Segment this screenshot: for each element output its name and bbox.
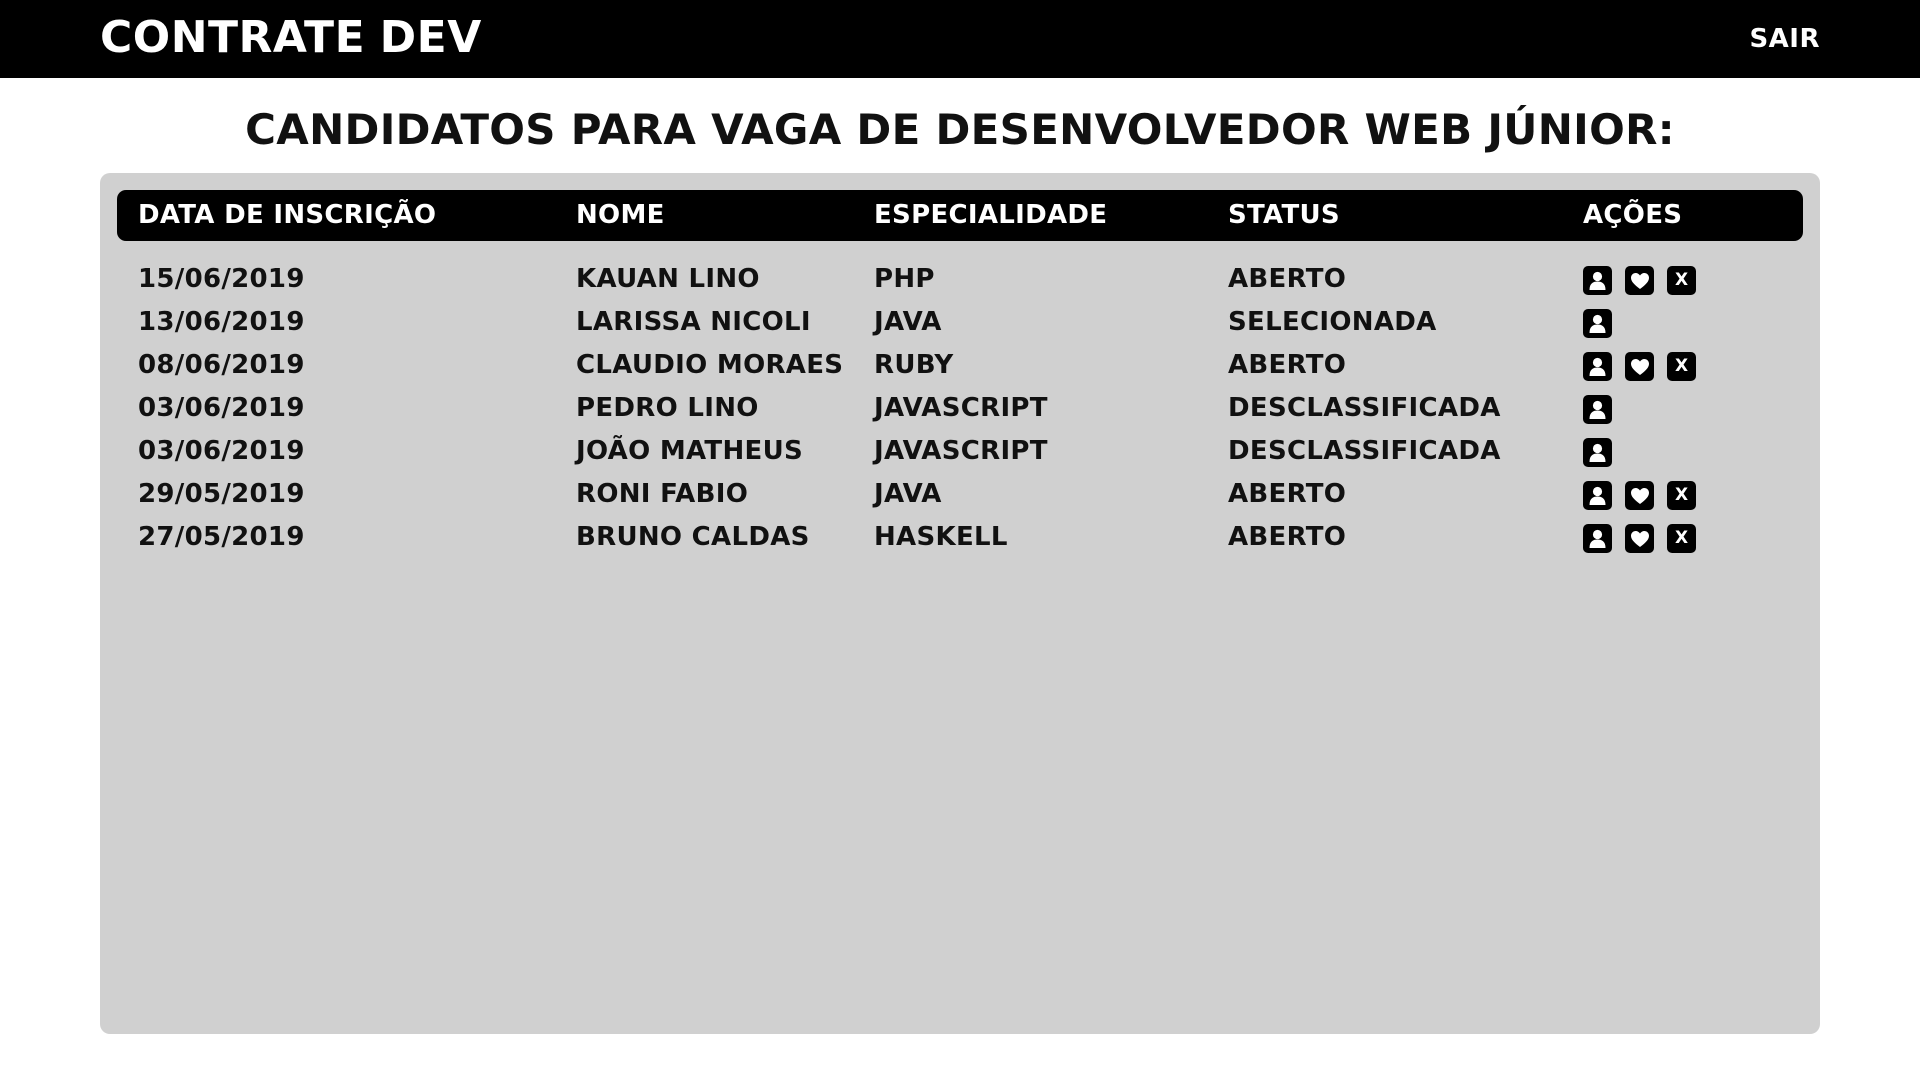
cell-status: ABERTO xyxy=(1228,350,1347,380)
cell-name: LARISSA NICOLI xyxy=(576,307,811,337)
cell-actions xyxy=(1583,438,1612,467)
candidates-panel: DATA DE INSCRIÇÃO NOME ESPECIALIDADE STA… xyxy=(100,173,1820,1034)
cell-specialty: RUBY xyxy=(874,350,954,380)
view-profile-button[interactable] xyxy=(1583,352,1612,381)
table-body: 15/06/2019 KAUAN LINO PHP ABERTO X 13/06/2019… xyxy=(100,258,1820,559)
table-header-row: DATA DE INSCRIÇÃO NOME ESPECIALIDADE STA… xyxy=(117,190,1803,241)
view-profile-button[interactable] xyxy=(1583,395,1612,424)
favorite-button[interactable] xyxy=(1625,352,1654,381)
cell-date: 27/05/2019 xyxy=(138,522,305,552)
cell-name: BRUNO CALDAS xyxy=(576,522,810,552)
cell-status: ABERTO xyxy=(1228,479,1347,509)
table-row: 29/05/2019 RONI FABIO JAVA ABERTO X xyxy=(100,473,1820,516)
view-profile-button[interactable] xyxy=(1583,309,1612,338)
table-row: 13/06/2019 LARISSA NICOLI JAVA SELECIONADA xyxy=(100,301,1820,344)
cell-date: 08/06/2019 xyxy=(138,350,305,380)
cell-name: CLAUDIO MORAES xyxy=(576,350,844,380)
close-icon: X xyxy=(1674,356,1689,376)
cell-specialty: JAVASCRIPT xyxy=(874,393,1048,423)
favorite-button[interactable] xyxy=(1625,266,1654,295)
page-title: CANDIDATOS PARA VAGA DE DESENVOLVEDOR WE… xyxy=(245,105,1675,154)
profile-icon xyxy=(1588,528,1607,549)
reject-button[interactable]: X xyxy=(1667,266,1696,295)
heart-icon xyxy=(1630,272,1650,290)
cell-date: 03/06/2019 xyxy=(138,436,305,466)
cell-actions: X xyxy=(1583,481,1696,510)
cell-actions: X xyxy=(1583,352,1696,381)
cell-date: 03/06/2019 xyxy=(138,393,305,423)
cell-status: ABERTO xyxy=(1228,522,1347,552)
view-profile-button[interactable] xyxy=(1583,266,1612,295)
close-icon: X xyxy=(1674,528,1689,548)
cell-specialty: JAVA xyxy=(874,479,942,509)
cell-specialty: JAVASCRIPT xyxy=(874,436,1048,466)
table-row: 03/06/2019 JOÃO MATHEUS JAVASCRIPT DESCLASS… xyxy=(100,430,1820,473)
cell-status: SELECIONADA xyxy=(1228,307,1437,337)
table-row: 27/05/2019 BRUNO CALDAS HASKELL ABERTO X xyxy=(100,516,1820,559)
brand-logo-light: CONTRATE xyxy=(100,12,366,63)
cell-name: RONI FABIO xyxy=(576,479,749,509)
close-icon: X xyxy=(1674,270,1689,290)
cell-date: 13/06/2019 xyxy=(138,307,305,337)
cell-specialty: PHP xyxy=(874,264,935,294)
table-row: 15/06/2019 KAUAN LINO PHP ABERTO X xyxy=(100,258,1820,301)
cell-actions: X xyxy=(1583,266,1696,295)
profile-icon xyxy=(1588,399,1607,420)
profile-icon xyxy=(1588,442,1607,463)
profile-icon xyxy=(1588,313,1607,334)
heart-icon xyxy=(1630,358,1650,376)
profile-icon xyxy=(1588,356,1607,377)
cell-date: 15/06/2019 xyxy=(138,264,305,294)
cell-actions: X xyxy=(1583,524,1696,553)
cell-specialty: HASKELL xyxy=(874,522,1008,552)
cell-name: JOÃO MATHEUS xyxy=(576,436,804,466)
heart-icon xyxy=(1630,530,1650,548)
header-name: NOME xyxy=(576,200,665,230)
cell-actions xyxy=(1583,395,1612,424)
view-profile-button[interactable] xyxy=(1583,524,1612,553)
profile-icon xyxy=(1588,485,1607,506)
favorite-button[interactable] xyxy=(1625,481,1654,510)
reject-button[interactable]: X xyxy=(1667,524,1696,553)
favorite-button[interactable] xyxy=(1625,524,1654,553)
cell-name: KAUAN LINO xyxy=(576,264,760,294)
header-specialty: ESPECIALIDADE xyxy=(874,200,1108,230)
brand-logo[interactable]: CONTRATE DEV xyxy=(100,16,482,60)
view-profile-button[interactable] xyxy=(1583,481,1612,510)
cell-status: DESCLASSIFICADA xyxy=(1228,436,1501,466)
cell-status: ABERTO xyxy=(1228,264,1347,294)
header-status: STATUS xyxy=(1228,200,1340,230)
table-row: 03/06/2019 PEDRO LINO JAVASCRIPT DESCLASSIF… xyxy=(100,387,1820,430)
cell-actions xyxy=(1583,309,1612,338)
cell-name: PEDRO LINO xyxy=(576,393,759,423)
cell-date: 29/05/2019 xyxy=(138,479,305,509)
profile-icon xyxy=(1588,270,1607,291)
brand-logo-bold: DEV xyxy=(379,12,482,63)
cell-status: DESCLASSIFICADA xyxy=(1228,393,1501,423)
close-icon: X xyxy=(1674,485,1689,505)
reject-button[interactable]: X xyxy=(1667,481,1696,510)
header-actions: AÇÕES xyxy=(1583,200,1683,230)
heart-icon xyxy=(1630,487,1650,505)
logout-link[interactable]: SAIR xyxy=(1749,26,1820,52)
top-navbar: CONTRATE DEV SAIR xyxy=(0,0,1920,78)
header-date: DATA DE INSCRIÇÃO xyxy=(138,200,437,230)
table-row: 08/06/2019 CLAUDIO MORAES RUBY ABERTO X xyxy=(100,344,1820,387)
view-profile-button[interactable] xyxy=(1583,438,1612,467)
cell-specialty: JAVA xyxy=(874,307,942,337)
reject-button[interactable]: X xyxy=(1667,352,1696,381)
